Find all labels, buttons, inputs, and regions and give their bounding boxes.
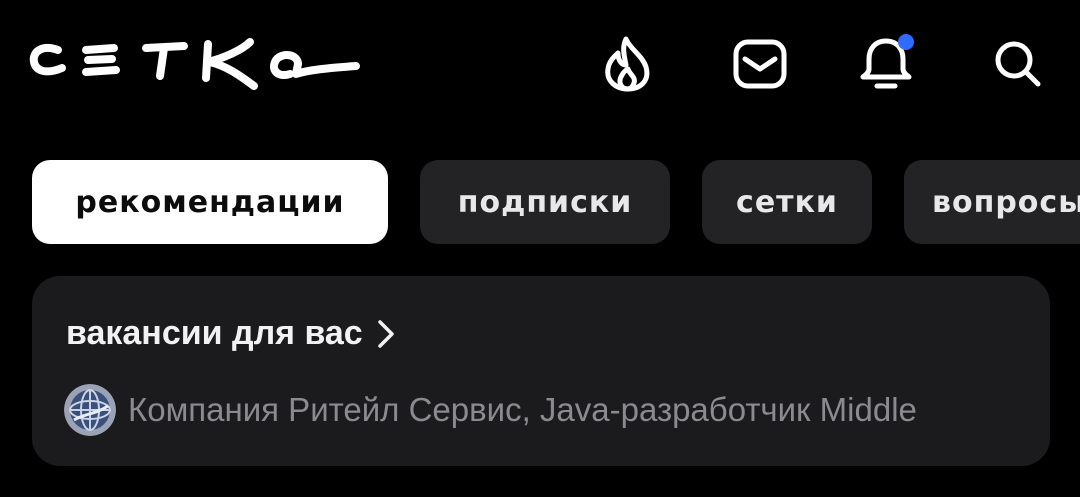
jobs-card[interactable]: вакансии для вас Компания Ритейл Сервис,… <box>32 276 1050 466</box>
jobs-card-title: вакансии для вас <box>66 314 363 352</box>
app-logo[interactable] <box>28 32 364 92</box>
search-icon <box>995 41 1041 87</box>
feed-tabs: рекомендации подписки сетки вопросы <box>32 160 1080 246</box>
tab-recommendations[interactable]: рекомендации <box>32 160 388 244</box>
top-bar <box>0 0 1080 130</box>
inbox-icon <box>733 39 787 89</box>
globe-logo-icon <box>64 384 116 436</box>
tab-label: вопросы <box>932 184 1080 220</box>
tab-subscriptions[interactable]: подписки <box>420 160 670 244</box>
job-preview-row[interactable]: Компания Ритейл Сервис, Java-разработчик… <box>64 384 1024 436</box>
search-button[interactable] <box>988 34 1048 94</box>
fire-icon <box>605 36 650 92</box>
tab-label: сетки <box>736 184 838 220</box>
fire-button[interactable] <box>598 34 658 94</box>
tab-questions[interactable]: вопросы <box>904 160 1080 244</box>
notification-badge <box>898 34 914 50</box>
tab-label: подписки <box>457 184 633 220</box>
chevron-right-icon <box>377 319 394 348</box>
company-logo <box>64 384 116 436</box>
job-preview-text: Компания Ритейл Сервис, Java-разработчик… <box>128 391 917 428</box>
tabs-track: рекомендации подписки сетки вопросы <box>32 160 1080 244</box>
tab-grids[interactable]: сетки <box>702 160 872 244</box>
logo-graphic <box>29 38 360 90</box>
jobs-card-header[interactable]: вакансии для вас <box>66 314 395 353</box>
inbox-button[interactable] <box>730 34 790 94</box>
tab-label: рекомендации <box>75 184 345 220</box>
